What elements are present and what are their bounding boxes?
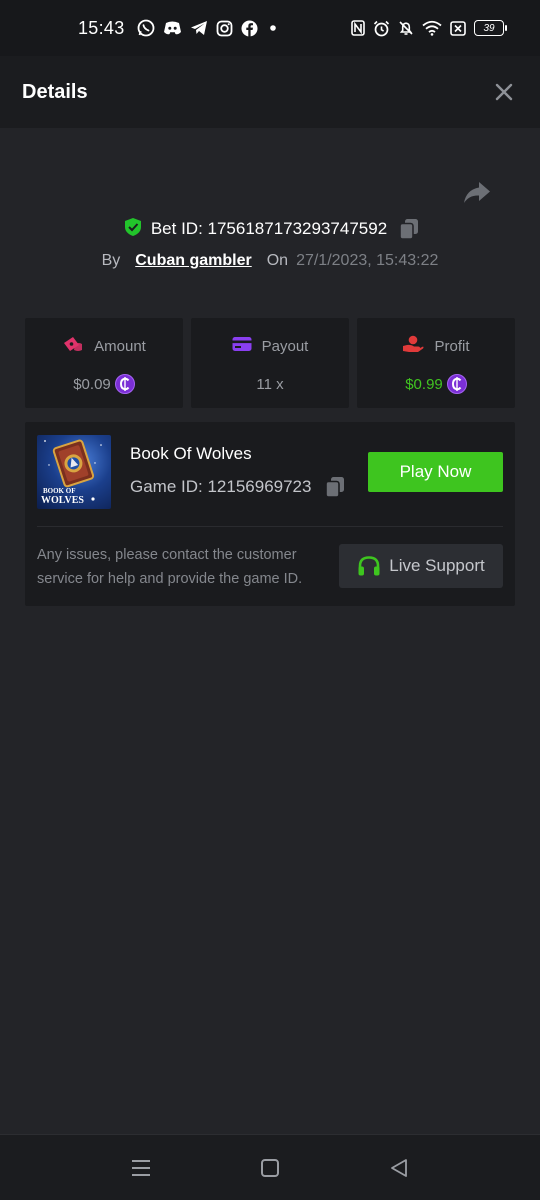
bet-id: Bet ID: 1756187173293747592 <box>150 219 388 238</box>
bet-date: 27/1/2023, 15:43:22 <box>296 252 439 269</box>
amount-icon <box>62 335 84 357</box>
system-icons: 39 <box>351 20 507 37</box>
profit-card: Profit $0.99 <box>357 318 515 408</box>
instagram-icon <box>216 20 233 37</box>
close-button[interactable] <box>492 80 516 104</box>
details-header: Details <box>0 56 540 128</box>
card-icon <box>232 336 252 356</box>
payout-card: Payout 11 x <box>191 318 349 408</box>
back-button[interactable] <box>387 1157 411 1179</box>
game-name[interactable]: Book Of Wolves <box>130 444 252 464</box>
system-nav-bar <box>0 1134 540 1200</box>
profit-value: $0.99 <box>405 375 443 393</box>
svg-text:WOLVES: WOLVES <box>41 495 84 506</box>
bet-meta-row: By Cuban gambler On 27/1/2023, 15:43:22 <box>0 248 540 274</box>
game-card: BOOK OF WOLVES Book Of Wolves Game ID: 1… <box>25 422 515 606</box>
bet-id-row: Bet ID: 1756187173293747592 <box>0 214 540 244</box>
divider <box>37 526 503 527</box>
wifi-icon <box>422 20 442 36</box>
discord-icon <box>163 20 182 36</box>
profit-label: Profit <box>434 337 470 355</box>
whatsapp-icon <box>137 19 155 37</box>
facebook-icon <box>241 20 258 37</box>
game-id-row: Game ID: 12156969723 <box>130 476 345 498</box>
profit-icon <box>402 335 424 357</box>
coin-icon <box>114 374 135 394</box>
copy-icon <box>399 219 419 240</box>
book-of-wolves-logo: BOOK OF WOLVES <box>41 439 102 506</box>
close-icon <box>495 83 513 101</box>
coin-icon <box>446 374 467 394</box>
on-label: On <box>266 252 289 269</box>
game-thumbnail[interactable]: BOOK OF WOLVES <box>37 435 111 509</box>
share-button[interactable] <box>462 180 492 206</box>
copy-game-id-button[interactable] <box>325 476 345 498</box>
play-now-button[interactable]: Play Now <box>368 452 503 492</box>
battery-icon: 39 <box>474 20 507 36</box>
live-support-label: Live Support <box>389 556 485 575</box>
amount-value: $0.09 <box>73 375 111 393</box>
home-button[interactable] <box>258 1157 282 1179</box>
payout-label: Payout <box>261 337 309 355</box>
battery-level: 39 <box>483 22 495 34</box>
share-icon <box>464 182 490 203</box>
username-link[interactable]: Cuban gambler <box>135 252 251 270</box>
bell-off-icon <box>398 20 414 36</box>
home-icon <box>261 1159 279 1177</box>
notification-icons <box>137 19 280 37</box>
nfc-icon <box>351 20 365 36</box>
amount-label: Amount <box>94 337 146 355</box>
menu-icon <box>132 1160 150 1176</box>
live-support-button[interactable]: Live Support <box>339 544 503 588</box>
svg-text:BOOK OF: BOOK OF <box>43 487 75 495</box>
bet-stats: Amount $0.09 Payout 11 x Profit $0.99 <box>25 318 515 408</box>
sim-off-icon <box>450 20 466 36</box>
amount-card: Amount $0.09 <box>25 318 183 408</box>
menu-button[interactable] <box>129 1157 153 1179</box>
status-bar: 15:43 39 <box>0 0 540 56</box>
copy-bet-id-button[interactable] <box>399 218 419 240</box>
verified-shield-icon <box>123 217 143 242</box>
page-title: Details <box>22 80 88 103</box>
headset-icon <box>357 555 381 577</box>
dot-icon <box>266 21 280 35</box>
telegram-icon <box>190 20 208 36</box>
copy-icon <box>325 477 345 498</box>
alarm-icon <box>373 20 390 37</box>
status-time: 15:43 <box>78 17 125 38</box>
back-icon <box>391 1159 407 1177</box>
support-hint: Any issues, please contact the customer … <box>37 547 303 587</box>
payout-value: 11 x <box>256 375 284 393</box>
by-label: By <box>101 252 121 269</box>
game-id: Game ID: 12156969723 <box>130 477 312 496</box>
